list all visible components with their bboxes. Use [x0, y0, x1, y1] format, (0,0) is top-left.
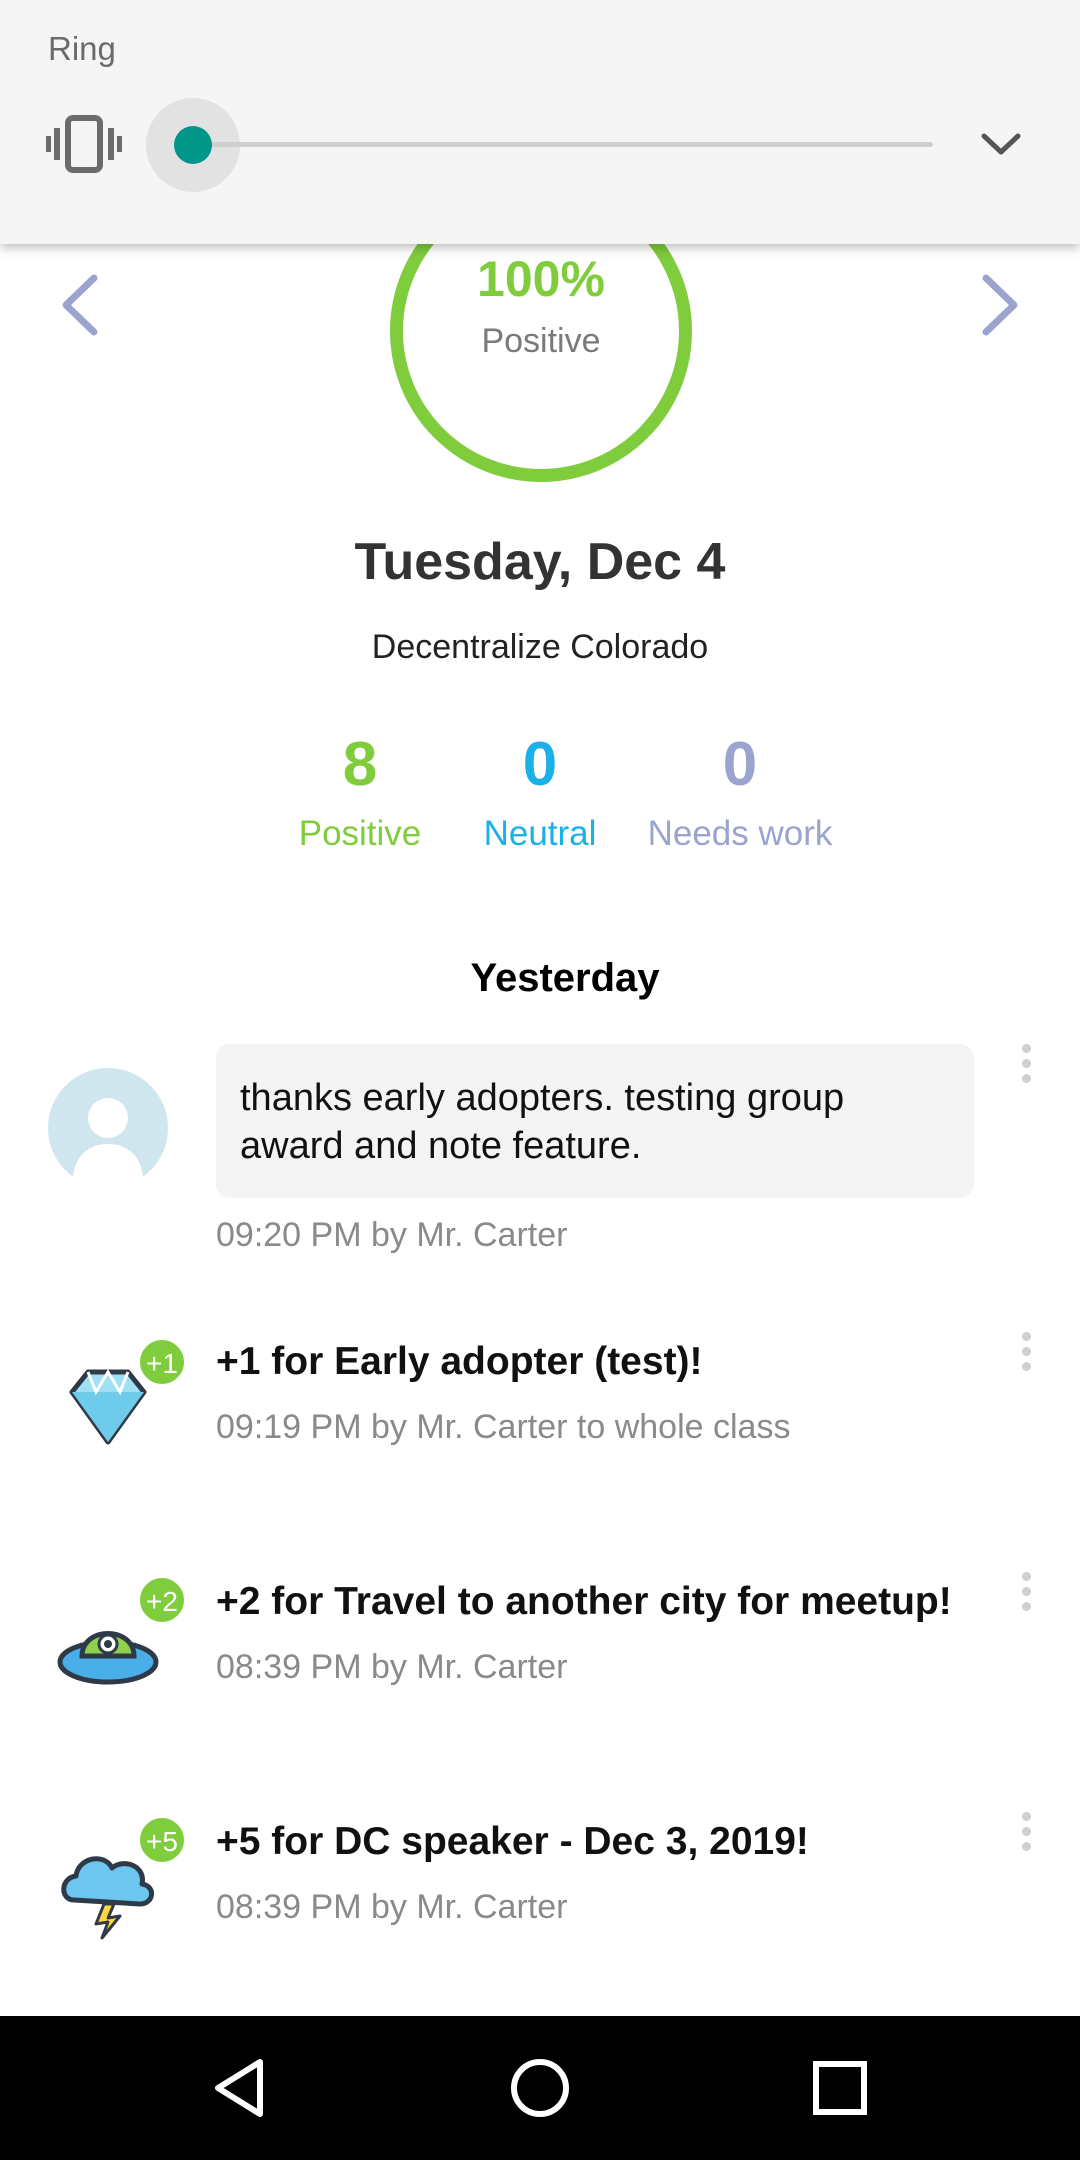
award-meta: 09:19 PM by Mr. Carter to whole class — [216, 1408, 791, 1446]
positivity-label: Positive — [481, 322, 601, 360]
note-meta: 09:20 PM by Mr. Carter — [216, 1216, 568, 1254]
stat-neutral-label: Neutral — [483, 814, 597, 853]
avatar[interactable] — [48, 1068, 168, 1188]
back-icon[interactable] — [206, 2054, 274, 2122]
previous-day-arrow-icon[interactable] — [56, 270, 106, 340]
award-title: +5 for DC speaker - Dec 3, 2019! — [216, 1820, 809, 1863]
volume-stream-title: Ring — [48, 30, 116, 67]
note-text[interactable]: thanks early adopters. testing group awa… — [216, 1044, 974, 1198]
stat-needs-work-count: 0 — [722, 730, 758, 799]
stat-neutral: 0 Neutral — [470, 726, 610, 854]
points-badge: +5 — [138, 1816, 186, 1864]
person-icon — [72, 1098, 144, 1188]
more-options-icon[interactable] — [1018, 1812, 1034, 1862]
more-options-icon[interactable] — [1018, 1044, 1034, 1094]
slider-thumb[interactable] — [174, 126, 212, 164]
recents-icon[interactable] — [806, 2054, 874, 2122]
stat-positive: 8 Positive — [285, 726, 435, 854]
home-icon[interactable] — [506, 2054, 574, 2122]
points-badge: +2 — [138, 1576, 186, 1624]
award-meta: 08:39 PM by Mr. Carter — [216, 1888, 568, 1926]
more-options-icon[interactable] — [1018, 1332, 1034, 1382]
system-navigation-bar — [0, 2016, 1080, 2160]
award-title: +1 for Early adopter (test)! — [216, 1340, 703, 1383]
next-day-arrow-icon[interactable] — [974, 270, 1024, 340]
positivity-percent: 100% — [477, 251, 605, 307]
report-date: Tuesday, Dec 4 — [354, 533, 726, 591]
stat-positive-count: 8 — [342, 730, 378, 799]
chevron-down-icon[interactable] — [978, 128, 1024, 160]
stat-neutral-count: 0 — [522, 730, 558, 799]
more-options-icon[interactable] — [1018, 1572, 1034, 1622]
award-title: +2 for Travel to another city for meetup… — [216, 1580, 952, 1623]
volume-slider[interactable] — [146, 98, 933, 192]
points-badge: +1 — [138, 1338, 186, 1386]
class-name: Decentralize Colorado — [371, 628, 709, 666]
screen: Ring 100% Positive Tuesday, Dec 4 Decent… — [0, 0, 1080, 2160]
slider-track[interactable] — [193, 142, 933, 147]
volume-panel: Ring — [0, 0, 1080, 244]
feed-section-heading: Yesterday — [470, 956, 660, 1000]
stat-positive-label: Positive — [298, 814, 422, 853]
stat-needs-work: 0 Needs work — [640, 726, 840, 854]
stat-needs-work-label: Needs work — [647, 814, 833, 853]
award-meta: 08:39 PM by Mr. Carter — [216, 1648, 568, 1686]
vibrate-icon[interactable] — [46, 114, 122, 174]
